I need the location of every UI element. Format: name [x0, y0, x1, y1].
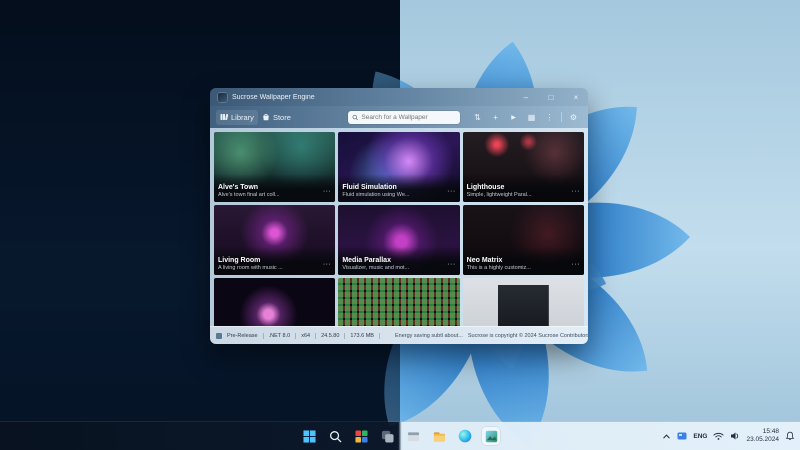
card-title: Living Room	[218, 257, 283, 266]
status-memory-usage: 173.6 MB	[350, 333, 380, 339]
card-label-overlay: Lighthouse Simple, lightweight Paral... …	[463, 174, 584, 202]
window-navbar: Library Store ⇅ + ▶ ▦ ⋮ ⚙	[210, 106, 588, 128]
wallpaper-card-jellyfish-partial[interactable]	[214, 278, 335, 326]
sort-button[interactable]: ⇅	[469, 109, 486, 125]
app-window-icon	[407, 430, 420, 443]
wallpaper-card-fluid-simulation[interactable]: Fluid Simulation Fluid simulation using …	[338, 132, 459, 202]
edge-icon	[458, 429, 472, 443]
search-icon	[329, 430, 342, 443]
store-bag-icon	[262, 113, 270, 121]
prerelease-badge-icon	[216, 333, 222, 339]
windows-start-icon	[303, 430, 316, 443]
wallpaper-search[interactable]	[348, 111, 460, 124]
layout-button[interactable]: ▦	[523, 109, 540, 125]
sucrose-app-icon	[485, 430, 498, 443]
card-label-overlay: Alve's Town Alve's town final art coll..…	[214, 174, 335, 202]
window-statusbar: Pre-Release .NET 8.0 x64 24.5.80 173.6 M…	[210, 326, 588, 344]
card-label-overlay: Media Parallax Visualizer, music and mot…	[338, 247, 459, 275]
sucrose-app-taskbar-button[interactable]	[482, 427, 500, 445]
card-subtitle: Visualizer, music and mot...	[342, 265, 409, 272]
library-icon	[220, 113, 228, 121]
card-title: Media Parallax	[342, 257, 409, 266]
status-runtime: .NET 8.0	[269, 333, 297, 339]
status-release-channel: Pre-Release	[227, 333, 264, 339]
widgets-icon	[355, 430, 368, 443]
maximize-button[interactable]: □	[541, 88, 561, 106]
task-view-icon	[381, 430, 394, 443]
card-subtitle: This is a highly customiz...	[467, 265, 531, 272]
toolbar-divider	[561, 112, 562, 122]
tab-library-label: Library	[231, 113, 254, 122]
tab-store-label: Store	[273, 113, 291, 122]
edge-browser-button[interactable]	[456, 427, 474, 445]
card-menu-icon[interactable]: ···	[447, 188, 456, 199]
wallpaper-card-periodic-table-partial[interactable]	[338, 278, 459, 326]
status-copyright: Sucrose is copyright © 2024 Sucrose Cont…	[468, 333, 588, 339]
file-explorer-button[interactable]	[430, 427, 448, 445]
status-message: Energy saving subtl about...	[395, 333, 463, 339]
card-title: Fluid Simulation	[342, 184, 409, 193]
close-button[interactable]: ×	[566, 88, 586, 106]
wallpaper-grid: Alve's Town Alve's town final art coll..…	[210, 128, 588, 326]
system-tray: ENG 15:48 23.05.2024	[662, 422, 795, 450]
wallpaper-card-living-room[interactable]: Living Room A living room with music ...…	[214, 205, 335, 275]
card-subtitle: Fluid simulation using We...	[342, 192, 409, 199]
app-window-button[interactable]	[404, 427, 422, 445]
settings-button[interactable]: ⚙	[565, 109, 582, 125]
card-title: Alve's Town	[218, 184, 280, 193]
search-icon	[352, 114, 358, 121]
card-label-overlay: Neo Matrix This is a highly customiz... …	[463, 247, 584, 275]
window-titlebar: Sucrose Wallpaper Engine – □ ×	[210, 88, 588, 106]
status-architecture: x64	[301, 333, 316, 339]
card-label-overlay: Living Room A living room with music ...…	[214, 247, 335, 275]
tray-time: 15:48	[746, 428, 779, 436]
card-subtitle: A living room with music ...	[218, 265, 283, 272]
wallpaper-card-lighthouse[interactable]: Lighthouse Simple, lightweight Paral... …	[463, 132, 584, 202]
minimize-button[interactable]: –	[516, 88, 536, 106]
card-label-overlay: Fluid Simulation Fluid simulation using …	[338, 174, 459, 202]
card-subtitle: Alve's town final art coll...	[218, 192, 280, 199]
wallpaper-card-neo-matrix[interactable]: Neo Matrix This is a highly customiz... …	[463, 205, 584, 275]
notification-bell-icon[interactable]	[785, 431, 795, 441]
add-wallpaper-button[interactable]: +	[487, 109, 504, 125]
sucrose-app-window: Sucrose Wallpaper Engine – □ × Library S…	[210, 88, 588, 344]
card-menu-icon[interactable]: ···	[572, 261, 581, 272]
tab-store[interactable]: Store	[258, 110, 295, 125]
tray-date: 23.05.2024	[746, 436, 779, 444]
search-input[interactable]	[361, 114, 456, 121]
app-logo-icon	[218, 93, 227, 102]
tray-chevron-up-icon[interactable]	[662, 432, 671, 441]
card-menu-icon[interactable]: ···	[572, 188, 581, 199]
status-version: 24.5.80	[321, 333, 345, 339]
more-options-button[interactable]: ⋮	[541, 109, 558, 125]
wallpaper-card-motherboard-partial[interactable]	[463, 278, 584, 326]
taskbar-clock[interactable]: 15:48 23.05.2024	[746, 428, 779, 444]
wallpaper-card-alves-town[interactable]: Alve's Town Alve's town final art coll..…	[214, 132, 335, 202]
card-subtitle: Simple, lightweight Paral...	[467, 192, 532, 199]
taskbar-search-button[interactable]	[326, 427, 344, 445]
card-menu-icon[interactable]: ···	[447, 261, 456, 272]
network-wifi-icon[interactable]	[713, 431, 724, 441]
toolbar: ⇅ + ▶ ▦ ⋮ ⚙	[469, 109, 582, 125]
language-indicator[interactable]: ENG	[693, 433, 707, 440]
widgets-button[interactable]	[352, 427, 370, 445]
card-title: Lighthouse	[467, 184, 532, 193]
play-button[interactable]: ▶	[505, 109, 522, 125]
volume-icon[interactable]	[730, 431, 740, 441]
tab-library[interactable]: Library	[216, 110, 258, 125]
taskbar-center-icons	[300, 422, 500, 450]
taskbar: ENG 15:48 23.05.2024	[0, 422, 800, 450]
window-title: Sucrose Wallpaper Engine	[232, 94, 511, 101]
wallpaper-card-media-parallax[interactable]: Media Parallax Visualizer, music and mot…	[338, 205, 459, 275]
file-explorer-icon	[433, 430, 446, 443]
tray-app-icon[interactable]	[677, 431, 687, 441]
start-button[interactable]	[300, 427, 318, 445]
card-title: Neo Matrix	[467, 257, 531, 266]
card-menu-icon[interactable]: ···	[323, 261, 332, 272]
task-view-button[interactable]	[378, 427, 396, 445]
card-menu-icon[interactable]: ···	[323, 188, 332, 199]
